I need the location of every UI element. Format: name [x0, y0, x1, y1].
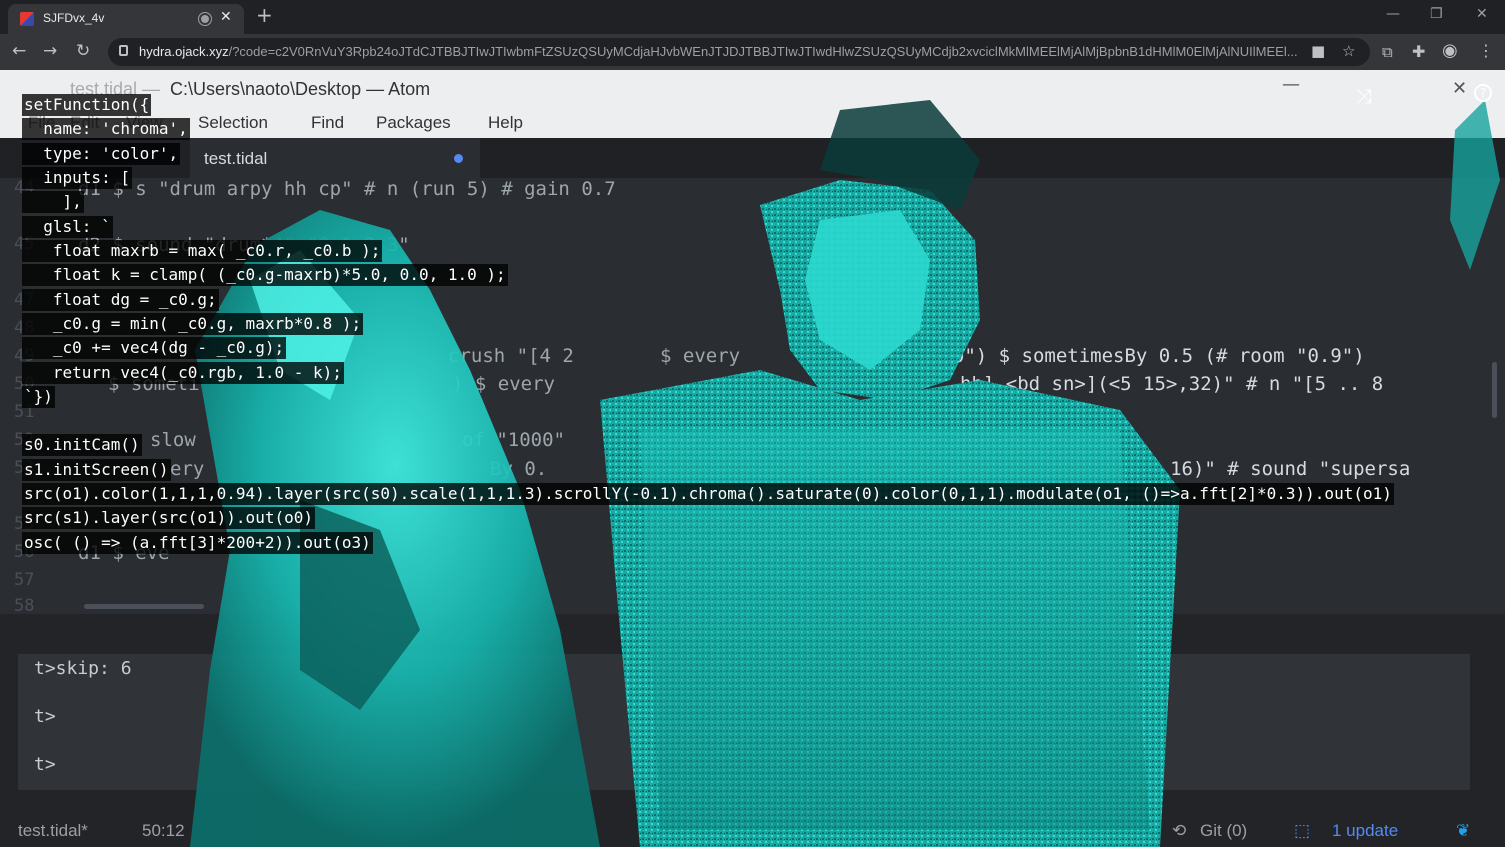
hydra-code-line[interactable]: glsl: `	[22, 216, 113, 238]
tidal-code-line: hh] <bd sn>](<5 15>,32)" # n "[5 .. 8	[960, 373, 1384, 395]
status-git[interactable]: Git (0)	[1200, 821, 1247, 841]
menu-help[interactable]: Help	[488, 113, 523, 133]
vertical-scrollbar[interactable]	[1492, 362, 1497, 418]
twitter-bird-icon[interactable]: ❦	[1456, 821, 1470, 841]
hydra-code-line[interactable]: float maxrb = max( _c0.r, _c0.b );	[22, 240, 383, 262]
hydra-canvas[interactable]: test.tidal — C:\Users\naoto\Desktop — At…	[0, 70, 1505, 847]
atom-tab-label: test.tidal	[204, 149, 268, 168]
lock-icon	[119, 45, 128, 56]
tidal-code-line: 000") $ sometimesBy 0.5 (# room "0.9")	[930, 345, 1365, 367]
hydra-code-line[interactable]: type: 'color',	[22, 143, 181, 165]
line-number: 57	[14, 570, 35, 590]
atom-titlebar: test.tidal — C:\Users\naoto\Desktop — At…	[0, 70, 1505, 110]
tab-title: SJFDvx_4v	[43, 11, 105, 25]
star-icon[interactable]: ☆	[1342, 42, 1355, 60]
horizontal-scrollbar[interactable]	[84, 604, 204, 609]
tidal-code-line: $ every	[660, 345, 741, 367]
package-icon: ⬚	[1294, 821, 1311, 840]
help-icon[interactable]: ?	[1474, 84, 1492, 102]
atom-minimize-icon[interactable]: —	[1282, 74, 1300, 95]
tidal-code-line: (<7 3>,16)" # sound "supersa	[1090, 458, 1411, 480]
hydra-code-line[interactable]: `})	[22, 386, 55, 408]
hydra-code-line[interactable]: inputs: [	[22, 167, 132, 189]
hydra-code-line[interactable]: s1.initScreen()	[22, 459, 171, 481]
camera-icon[interactable]: ■	[1311, 42, 1325, 60]
tidal-code-line: ) $ every	[452, 373, 555, 395]
restore-icon[interactable]: ❐	[1430, 6, 1443, 22]
hydra-code-line[interactable]: src(o1).color(1,1,1,0.94).layer(src(s0).…	[22, 483, 1394, 505]
shuffle-icon[interactable]: ⤨	[1356, 84, 1372, 108]
console-line: t>	[34, 706, 56, 727]
menu-icon[interactable]: ⋮	[1478, 41, 1494, 60]
status-file[interactable]: test.tidal*	[18, 821, 88, 841]
tidal-code-line: ery	[170, 458, 205, 480]
hydra-code-line[interactable]: s0.initCam()	[22, 434, 142, 456]
atom-menubar: File Edit View Selection Find Packages H…	[0, 110, 1505, 138]
forward-icon[interactable]: →	[43, 41, 57, 61]
profile-icon[interactable]: ◉	[1442, 40, 1458, 61]
modified-indicator-icon	[454, 154, 463, 163]
console-line: t>	[34, 754, 56, 775]
hydra-code-line[interactable]: setFunction({	[22, 94, 152, 116]
browser-toolbar: ← → ↻ hydra.ojack.xyz/?code=c2V0RnVuY3Rp…	[0, 34, 1505, 70]
browser-tab-strip: SJFDvx_4v ✕ + — ❐ ✕	[0, 0, 1505, 34]
hydra-code-line[interactable]: name: 'chroma',	[22, 118, 190, 140]
hydra-code-line[interactable]: float dg = _c0.g;	[22, 289, 219, 311]
menu-find[interactable]: Find	[311, 113, 344, 133]
atom-tab[interactable]: test.tidal	[190, 138, 480, 178]
favicon-icon	[20, 12, 34, 26]
address-bar[interactable]: hydra.ojack.xyz/?code=c2V0RnVuY3Rpb24oJT…	[108, 38, 1370, 66]
back-icon[interactable]: ←	[12, 41, 26, 61]
atom-close-icon[interactable]: ✕	[1452, 78, 1467, 99]
hydra-code-line[interactable]: float k = clamp( (_c0.g-maxrb)*5.0, 0.0,…	[22, 264, 508, 286]
console-line: t>skip: 6	[34, 658, 132, 679]
hydra-code-line[interactable]: ],	[22, 191, 84, 213]
hydra-code-line[interactable]: src(s1).layer(src(o1)).out(o0)	[22, 507, 315, 529]
hydra-code-line[interactable]: _c0.g = min( _c0.g, maxrb*0.8 );	[22, 313, 364, 335]
hydra-code-line[interactable]: osc( () => (a.fft[3]*200+2)).out(o3)	[22, 532, 373, 554]
line-number: 58	[14, 596, 35, 616]
extensions-icon[interactable]: ✚	[1412, 42, 1425, 61]
minimize-icon[interactable]: —	[1386, 6, 1400, 22]
new-tab-button[interactable]: +	[256, 5, 273, 25]
menu-packages[interactable]: Packages	[376, 113, 451, 133]
tidal-code-line: d1 $ s "drum arpy hh cp" # n (run 5) # g…	[78, 178, 616, 200]
tidal-code-line: crush "[4 2	[448, 345, 574, 367]
status-cursor-position[interactable]: 50:12	[142, 821, 185, 841]
window-close-icon[interactable]: ✕	[1476, 6, 1488, 22]
reload-icon[interactable]: ↻	[76, 41, 90, 61]
atom-title: C:\Users\naoto\Desktop — Atom	[170, 79, 431, 99]
tidal-code-line: slow	[150, 429, 196, 451]
hydra-code-line[interactable]: return vec4(_c0.rgb, 1.0 - k);	[22, 362, 344, 384]
status-update[interactable]: 1 update	[1332, 821, 1398, 841]
browser-tab[interactable]: SJFDvx_4v ✕	[8, 4, 244, 34]
tab-recording-icon	[199, 13, 211, 25]
tidal-code-line: of "1000"	[462, 429, 565, 451]
cast-icon[interactable]: ⧉	[1382, 43, 1393, 61]
tidal-code-line: By 0.	[490, 458, 548, 480]
url-text: hydra.ojack.xyz/?code=c2V0RnVuY3Rpb24oJT…	[139, 44, 1298, 59]
git-icon: ⟲	[1172, 821, 1187, 840]
atom-statusbar: test.tidal* 50:12 ⟲ Git (0) ⬚ 1 update ❦	[0, 815, 1505, 847]
tidal-console: t>skip: 6 t> t>	[18, 654, 1470, 790]
tab-close-icon[interactable]: ✕	[220, 9, 232, 25]
hydra-code-line[interactable]: _c0 += vec4(dg - _c0.g);	[22, 337, 287, 359]
menu-selection[interactable]: Selection	[198, 113, 268, 133]
atom-tab-bar: test.tidal	[0, 138, 1505, 178]
